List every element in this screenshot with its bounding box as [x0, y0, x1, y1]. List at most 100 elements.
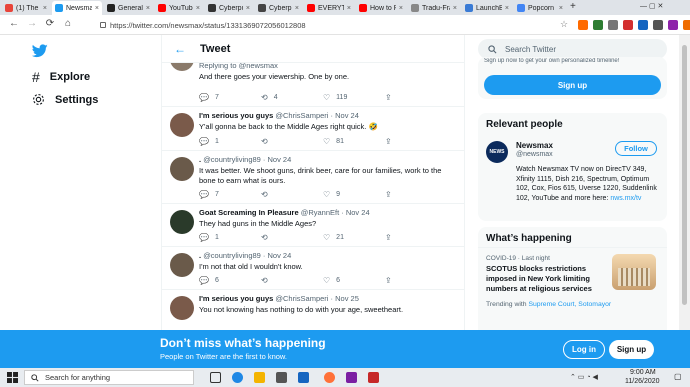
tweet-action[interactable]: ♡ 9: [323, 190, 385, 199]
tweet-action[interactable]: ♡ 81: [323, 137, 385, 146]
tab-close-icon[interactable]: ×: [399, 5, 403, 12]
extension-icon[interactable]: [608, 20, 618, 30]
tweet-action[interactable]: ⟲: [261, 137, 323, 146]
tweet-action[interactable]: ⇪: [385, 276, 447, 285]
tweet-action[interactable]: 💬 7: [199, 190, 261, 199]
avatar[interactable]: [170, 113, 194, 137]
tab-close-icon[interactable]: ×: [559, 5, 563, 12]
avatar[interactable]: [170, 253, 194, 277]
browser-tab[interactable]: Cyberpu ×: [205, 1, 253, 15]
photos-icon[interactable]: [346, 372, 357, 383]
person-name[interactable]: Newsmax: [516, 141, 553, 150]
bookmark-star-icon[interactable]: ☆: [560, 19, 568, 30]
tweet-action[interactable]: ⇪: [385, 233, 447, 242]
app-icon[interactable]: [368, 372, 379, 383]
tweet-item[interactable]: . @countryliving89 · Nov 24 I'm not that …: [162, 247, 464, 290]
follow-button[interactable]: Follow: [615, 141, 657, 156]
browser-tab[interactable]: LaunchBox×: [462, 1, 512, 15]
mail-icon[interactable]: [298, 372, 309, 383]
tweet-action[interactable]: ⟲: [261, 233, 323, 242]
browser-tab[interactable]: (1) The Elec×: [2, 1, 50, 15]
tweet-author-name[interactable]: I'm serious you guys: [199, 111, 273, 120]
newsmax-avatar[interactable]: NEWS: [486, 141, 508, 163]
sidebar-signup-button[interactable]: Sign up: [484, 75, 661, 95]
tweet-action[interactable]: 💬 6: [199, 276, 261, 285]
tweet-action[interactable]: ♡ 6: [323, 276, 385, 285]
tweet-action[interactable]: ⇪: [385, 137, 447, 146]
edge-icon[interactable]: [232, 372, 243, 383]
file-explorer-icon[interactable]: [254, 372, 265, 383]
nav-explore[interactable]: # Explore: [32, 69, 90, 85]
extension-icon[interactable]: [683, 20, 690, 30]
taskbar-search[interactable]: Search for anything: [24, 370, 194, 385]
browser-tab[interactable]: YouTube×: [155, 1, 203, 15]
forward-icon[interactable]: →: [24, 18, 40, 29]
window-controls[interactable]: — ▢ ✕: [640, 2, 663, 10]
tweet-author-name[interactable]: I'm serious you guys: [199, 294, 273, 303]
extension-icon[interactable]: [668, 20, 678, 30]
tweet-author-name[interactable]: .: [199, 251, 201, 260]
browser-tab[interactable]: Popcorn gi×: [514, 1, 566, 15]
tab-close-icon[interactable]: ×: [43, 5, 47, 12]
tweet-action[interactable]: 💬 1: [199, 137, 261, 146]
banner-signup-button[interactable]: Sign up: [609, 340, 654, 359]
tab-close-icon[interactable]: ×: [146, 5, 150, 12]
tweet-action[interactable]: ⟲ 4: [261, 93, 323, 102]
tweet-author-name[interactable]: Goat Screaming In Pleasure: [199, 208, 299, 217]
tweet-action[interactable]: ⇪: [385, 93, 447, 102]
tweet-item[interactable]: I'm serious you guys @ChrisSamperi · Nov…: [162, 290, 464, 330]
browser-tab[interactable]: EVERYTHIN×: [304, 1, 354, 15]
new-tab-icon[interactable]: +: [570, 1, 576, 12]
taskbar-time[interactable]: 9:00 AM: [630, 369, 656, 376]
tweet-action[interactable]: ⟲: [261, 190, 323, 199]
tweet-action[interactable]: ♡ 119: [323, 93, 385, 102]
tweet-item[interactable]: Replying to @newsmax And there goes your …: [162, 47, 464, 107]
reload-icon[interactable]: ⟳: [42, 18, 58, 29]
avatar[interactable]: [170, 157, 194, 181]
tab-close-icon[interactable]: ×: [246, 5, 250, 12]
notification-icon[interactable]: ▢: [674, 372, 682, 381]
store-icon[interactable]: [276, 372, 287, 383]
avatar[interactable]: [170, 296, 194, 320]
extension-icon[interactable]: [593, 20, 603, 30]
taskbar-date[interactable]: 11/26/2020: [625, 378, 660, 385]
tweet-action[interactable]: 💬 1: [199, 233, 261, 242]
twitter-logo-icon[interactable]: [32, 44, 48, 58]
browser-tab[interactable]: Tradu-France, la×: [408, 1, 460, 15]
person-bio-link[interactable]: nws.mx/tv: [610, 195, 641, 202]
tweet-action[interactable]: ⇪: [385, 190, 447, 199]
extension-icon[interactable]: [638, 20, 648, 30]
extension-icon[interactable]: [623, 20, 633, 30]
back-icon[interactable]: ←: [6, 18, 22, 29]
extension-icon[interactable]: [653, 20, 663, 30]
windows-start-icon[interactable]: [7, 372, 18, 383]
trend-with-links[interactable]: Supreme Court, Sotomayor: [528, 301, 611, 308]
tweet-action[interactable]: ♡ 21: [323, 233, 385, 242]
tab-close-icon[interactable]: ×: [453, 5, 457, 12]
tab-close-icon[interactable]: ×: [196, 5, 200, 12]
back-arrow-icon[interactable]: ←: [174, 42, 186, 56]
tab-close-icon[interactable]: ×: [347, 5, 351, 12]
tab-close-icon[interactable]: ×: [295, 5, 299, 12]
extension-icon[interactable]: [578, 20, 588, 30]
browser-tab[interactable]: Cyberpunk×: [255, 1, 302, 15]
page-scrollbar[interactable]: [679, 35, 690, 330]
home-icon[interactable]: ⌂: [60, 18, 76, 29]
tweet-item[interactable]: Goat Screaming In Pleasure @RyannEft · N…: [162, 204, 464, 247]
tab-close-icon[interactable]: ×: [95, 5, 99, 12]
banner-login-button[interactable]: Log in: [563, 340, 605, 359]
avatar[interactable]: [170, 210, 194, 234]
nav-settings[interactable]: Settings: [32, 93, 98, 106]
tab-close-icon[interactable]: ×: [505, 5, 509, 12]
tweet-author-name[interactable]: .: [199, 155, 201, 164]
browser-tab[interactable]: How to PLA×: [356, 1, 406, 15]
tweet-item[interactable]: I'm serious you guys @ChrisSamperi · Nov…: [162, 107, 464, 151]
tweet-action[interactable]: 💬 7: [199, 93, 261, 102]
trend-item[interactable]: COVID-19 · Last night SCOTUS blocks rest…: [478, 247, 667, 327]
task-view-icon[interactable]: [210, 372, 221, 383]
system-tray[interactable]: ⌃ ▭ ◔ ◀: [570, 373, 598, 381]
tweet-item[interactable]: . @countryliving89 · Nov 24 It was better…: [162, 151, 464, 204]
tweet-action[interactable]: ⟲: [261, 276, 323, 285]
scrollbar-thumb[interactable]: [682, 45, 687, 305]
firefox-icon[interactable]: [324, 372, 335, 383]
